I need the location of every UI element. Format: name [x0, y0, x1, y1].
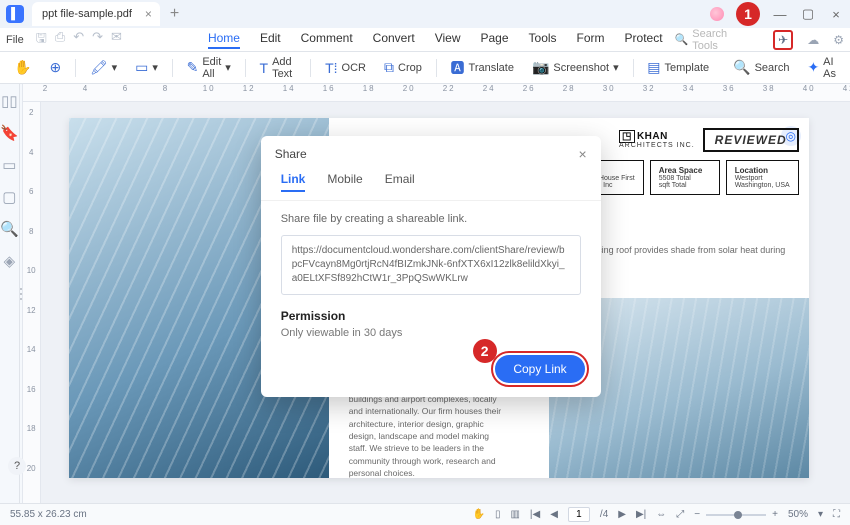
dialog-close-icon[interactable]: × — [579, 146, 587, 162]
screenshot-button[interactable]: 📷Screenshot ▾ — [526, 57, 625, 78]
select-tool[interactable]: ⊕ — [43, 57, 67, 78]
left-rail: ▯▯ 🔖 ▭ ▢ 🔍 ◈ — [0, 84, 20, 503]
copy-link-button[interactable]: Copy Link — [495, 355, 584, 383]
fit-page-icon[interactable]: ⤢ — [676, 509, 684, 520]
first-page-icon[interactable]: |◀ — [530, 509, 540, 520]
menu-home[interactable]: Home — [208, 31, 240, 49]
hand-mode-icon[interactable]: ✋ — [473, 509, 485, 520]
save-icon[interactable]: 🖫 — [36, 29, 47, 51]
menu-view[interactable]: View — [435, 31, 461, 49]
menu-comment[interactable]: Comment — [301, 31, 353, 49]
reviewed-stamp: REVIEWED — [703, 128, 799, 152]
close-tab-icon[interactable]: × — [145, 7, 152, 21]
print-icon[interactable]: ⎙ — [55, 29, 65, 51]
mail-icon[interactable]: ✉ — [111, 29, 122, 51]
khan-subtitle: ARCHITECTS INC. — [619, 142, 695, 149]
next-page-icon[interactable]: ▶ — [618, 509, 626, 520]
ruler-vertical: 2468101214161820 — [23, 102, 41, 503]
share-url-box[interactable]: https://documentcloud.wondershare.com/cl… — [281, 235, 581, 295]
prev-page-icon[interactable]: ◀ — [550, 509, 558, 520]
zoom-in-icon[interactable]: + — [772, 509, 778, 520]
menu-form[interactable]: Form — [577, 31, 605, 49]
menu-page[interactable]: Page — [480, 31, 508, 49]
close-window-icon[interactable]: × — [828, 7, 844, 22]
titlebar: ▌ ppt file-sample.pdf × + 1 — ▢ × — [0, 0, 850, 28]
ocr-button[interactable]: T⁞OCR — [319, 58, 372, 78]
callout-1: 1 — [736, 2, 760, 26]
thumbnails-icon[interactable]: ▯▯ — [1, 92, 18, 110]
template-button[interactable]: ▤Template — [641, 57, 715, 78]
tab-title: ppt file-sample.pdf — [42, 8, 132, 20]
file-menu[interactable]: File — [6, 34, 24, 46]
tab-mobile[interactable]: Mobile — [327, 172, 362, 192]
toolbar: ✋ ⊕ 🖍▾ ▭▾ ✎Edit All ▾ TAdd Text T⁞OCR ⧉C… — [0, 52, 850, 84]
tab-email[interactable]: Email — [385, 172, 415, 192]
help-icon[interactable]: ? — [8, 457, 26, 475]
dialog-description: Share file by creating a shareable link. — [281, 213, 581, 225]
info-box-location: Location Westport Washington, USA — [726, 160, 799, 195]
menu-protect[interactable]: Protect — [625, 31, 663, 49]
add-text-button[interactable]: TAdd Text — [254, 54, 303, 82]
view-continuous-icon[interactable]: ▥ — [510, 509, 519, 520]
comments-icon[interactable]: ▢ — [2, 188, 16, 206]
account-orb-icon[interactable] — [710, 7, 724, 21]
callout-2: 2 — [473, 339, 497, 363]
zoom-value[interactable]: 50% — [788, 509, 808, 520]
zoom-control[interactable]: − + — [694, 509, 778, 520]
khan-logo: KHAN — [637, 131, 668, 142]
menu-tools[interactable]: Tools — [529, 31, 557, 49]
ruler-horizontal: 2468101214161820222426283032343638404244… — [23, 84, 850, 102]
shape-tool[interactable]: ▭▾ — [129, 57, 164, 78]
menubar: File 🖫 ⎙ ↶ ↷ ✉ Home Edit Comment Convert… — [0, 28, 850, 52]
info-box-area: Area Space 5508 Total sqft Total — [650, 160, 720, 195]
view-single-icon[interactable]: ▯ — [495, 509, 501, 520]
bookmark-icon[interactable]: 🔖 — [0, 124, 19, 142]
edit-all-button[interactable]: ✎Edit All ▾ — [181, 54, 237, 82]
redo-icon[interactable]: ↷ — [92, 29, 103, 51]
ai-assist-button[interactable]: ✦AI As — [801, 54, 842, 82]
page-area[interactable]: ◎ ◳KHAN ARCHITECTS INC. REVIEWED Name — [41, 102, 850, 503]
tab-link[interactable]: Link — [281, 172, 306, 192]
search-icon: 🔍 — [675, 33, 689, 46]
cloud-icon[interactable]: ☁ — [807, 33, 819, 47]
permission-title: Permission — [281, 309, 581, 323]
search-panel-icon[interactable]: 🔍 — [0, 220, 19, 238]
fit-width-icon[interactable]: ⇔ — [656, 509, 666, 520]
crop-button[interactable]: ⧉Crop — [378, 57, 428, 78]
share-dialog: Share × Link Mobile Email Share file by … — [261, 136, 601, 397]
zoom-out-icon[interactable]: − — [694, 509, 700, 520]
hand-tool[interactable]: ✋ — [8, 57, 37, 78]
last-page-icon[interactable]: ▶| — [636, 509, 646, 520]
coords-readout: 55.85 x 26.23 cm — [10, 509, 87, 520]
permission-subtitle: Only viewable in 30 days — [281, 327, 581, 339]
settings-icon[interactable]: ⚙ — [833, 33, 844, 47]
highlight-tool[interactable]: 🖍▾ — [84, 57, 123, 78]
workspace: ▯▯ 🔖 ▭ ▢ 🔍 ◈ 246810121416182022242628303… — [0, 84, 850, 503]
menu-edit[interactable]: Edit — [260, 31, 281, 49]
document-tab[interactable]: ppt file-sample.pdf × — [32, 2, 160, 26]
search-tools[interactable]: 🔍 Search Tools — [675, 28, 754, 52]
undo-icon[interactable]: ↶ — [73, 29, 84, 51]
zoom-slider[interactable] — [706, 514, 766, 516]
layers-icon[interactable]: ◈ — [4, 252, 16, 270]
app-logo: ▌ — [6, 5, 24, 23]
zoom-dropdown-icon[interactable]: ▾ — [818, 509, 823, 520]
share-icon[interactable]: ✈ — [778, 33, 788, 47]
bottom-text: buildings and airport complexes, locally… — [349, 393, 509, 478]
menu-convert[interactable]: Convert — [373, 31, 415, 49]
fullscreen-icon[interactable]: ⛶ — [833, 509, 840, 520]
dialog-title: Share — [275, 147, 307, 161]
page-number-input[interactable] — [568, 507, 590, 522]
translate-button[interactable]: 🅰Translate — [445, 56, 520, 80]
attachments-icon[interactable]: ▭ — [2, 156, 16, 174]
search-button[interactable]: 🔍Search — [727, 57, 795, 78]
page-total: /4 — [600, 509, 608, 520]
minimize-icon[interactable]: — — [772, 7, 788, 22]
maximize-icon[interactable]: ▢ — [800, 6, 816, 22]
new-tab-button[interactable]: + — [170, 5, 179, 23]
statusbar: 55.85 x 26.23 cm ✋ ▯ ▥ |◀ ◀ /4 ▶ ▶| ⇔ ⤢ … — [0, 503, 850, 525]
